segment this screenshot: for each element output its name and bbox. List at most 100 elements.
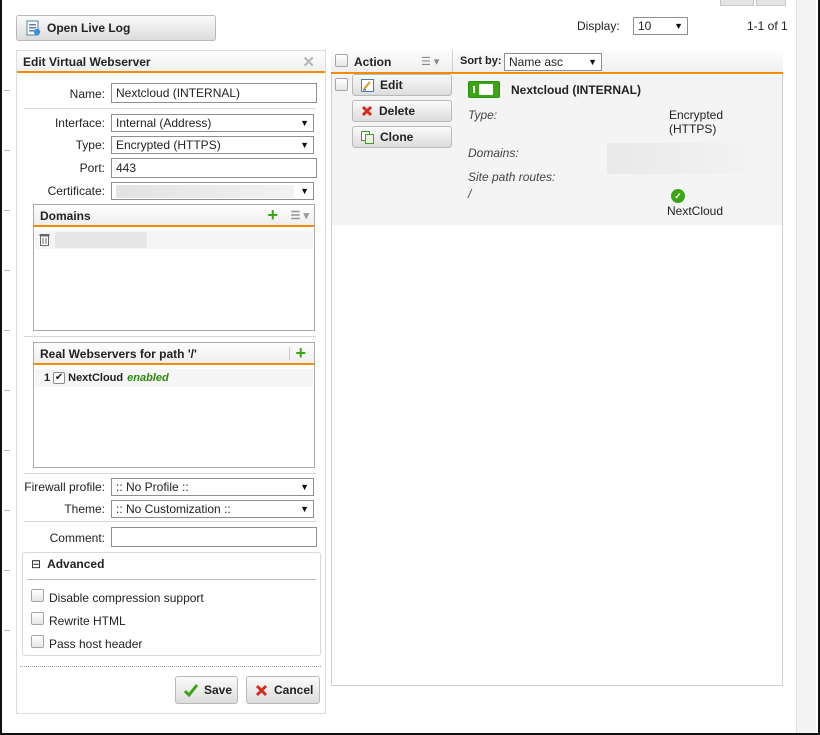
edit-icon xyxy=(361,78,374,92)
real-webserver-checkbox[interactable]: ✔ xyxy=(53,372,66,384)
interface-value: Internal (Address) xyxy=(116,116,212,130)
dropdown-arrow-icon: ▼ xyxy=(300,118,309,128)
edit-panel-title: Edit Virtual Webserver xyxy=(23,55,151,69)
cancel-label: Cancel xyxy=(274,683,314,697)
certificate-label: Certificate: xyxy=(47,184,105,198)
real-webserver-index: 1 xyxy=(44,372,51,384)
action-options-icon[interactable]: ☰ ▾ xyxy=(421,55,439,68)
dropdown-arrow-icon: ▼ xyxy=(300,482,309,492)
item-route-path: / xyxy=(468,187,472,201)
interface-select[interactable]: Internal (Address) ▼ xyxy=(111,114,314,132)
type-select[interactable]: Encrypted (HTTPS) ▼ xyxy=(111,136,314,154)
disable-compression-checkbox[interactable] xyxy=(31,589,44,602)
ruler-tick xyxy=(4,330,10,331)
toggle-mark xyxy=(473,86,475,93)
advanced-title: Advanced xyxy=(47,557,105,571)
display-value: 10 xyxy=(638,19,652,33)
pagination-text: 1-1 of 1 xyxy=(747,19,788,33)
ruler-tick xyxy=(4,150,10,151)
ruler-tick xyxy=(4,630,10,631)
cancel-button[interactable]: Cancel xyxy=(246,676,320,704)
certificate-redacted xyxy=(116,184,294,198)
rewrite-html-checkbox[interactable] xyxy=(31,612,44,625)
trash-icon[interactable] xyxy=(39,233,50,246)
item-name: Nextcloud (INTERNAL) xyxy=(511,83,641,97)
open-live-log-button[interactable]: Open Live Log xyxy=(16,15,216,41)
item-type-value: Encrypted (HTTPS) xyxy=(669,108,724,136)
name-input[interactable]: Nextcloud (INTERNAL) xyxy=(111,83,317,103)
item-domains-redacted xyxy=(607,143,745,174)
right-scroll-area xyxy=(796,0,816,733)
ruler-tick xyxy=(4,90,10,91)
list-options-icon[interactable]: ☰ ▾ xyxy=(291,209,309,222)
status-ok-icon: ✓ xyxy=(671,189,685,203)
theme-select[interactable]: :: No Customization :: ▼ xyxy=(111,500,314,518)
pass-host-header-label: Pass host header xyxy=(49,637,143,651)
add-icon[interactable]: + xyxy=(267,205,278,225)
action-label: Action xyxy=(354,55,392,69)
divider xyxy=(24,108,316,109)
certificate-select[interactable]: ▼ xyxy=(111,182,314,200)
checkmark-icon xyxy=(184,683,198,697)
header-divider xyxy=(452,50,453,72)
collapse-icon[interactable]: ⊟ xyxy=(31,557,41,571)
clone-label: Clone xyxy=(380,130,414,144)
name-label: Name: xyxy=(69,87,105,101)
sort-by-label: Sort by: xyxy=(460,55,502,67)
top-button-1[interactable] xyxy=(720,0,754,6)
dropdown-arrow-icon: ▼ xyxy=(674,21,683,31)
select-all-checkbox[interactable] xyxy=(335,54,348,67)
ruler-tick xyxy=(4,510,10,511)
save-button[interactable]: Save xyxy=(175,676,238,704)
item-checkbox[interactable] xyxy=(335,78,348,91)
advanced-header[interactable]: ⊟ Advanced xyxy=(27,553,316,580)
dropdown-arrow-icon: ▼ xyxy=(300,504,309,514)
item-routes-label: Site path routes: xyxy=(468,170,556,184)
clone-button[interactable]: Clone xyxy=(352,126,452,148)
x-icon xyxy=(361,105,373,117)
ruler-tick xyxy=(4,270,10,271)
real-webservers-box: Real Webservers for path '/' + 1 ✔ NextC… xyxy=(33,342,315,468)
theme-value: :: No Customization :: xyxy=(116,502,231,516)
item-domains-label: Domains: xyxy=(468,146,519,160)
divider xyxy=(24,521,316,522)
ruler-tick xyxy=(4,450,10,451)
log-icon xyxy=(26,20,41,36)
port-input[interactable]: 443 xyxy=(111,158,317,178)
ruler-tick xyxy=(4,210,10,211)
ruler-tick xyxy=(4,390,10,391)
domains-header: Domains + ☰ ▾ xyxy=(34,205,314,227)
top-button-2[interactable] xyxy=(756,0,786,6)
display-select[interactable]: 10 ▼ xyxy=(633,17,688,35)
comment-input[interactable] xyxy=(111,527,317,547)
delete-button[interactable]: Delete xyxy=(352,100,452,122)
close-icon[interactable]: ✕ xyxy=(302,53,315,71)
dropdown-arrow-icon: ▼ xyxy=(300,140,309,150)
sort-value: Name asc xyxy=(509,55,564,69)
display-label: Display: xyxy=(577,19,620,33)
open-live-log-label: Open Live Log xyxy=(47,21,131,35)
theme-label: Theme: xyxy=(64,502,105,516)
real-webserver-status: enabled xyxy=(127,372,169,384)
divider xyxy=(24,336,316,337)
edit-label: Edit xyxy=(380,78,403,92)
type-label: Type: xyxy=(75,138,105,152)
real-webserver-row: 1 ✔ NextCloud enabled xyxy=(35,369,313,387)
edit-button[interactable]: Edit xyxy=(352,74,452,96)
domain-row xyxy=(35,231,313,249)
item-route-server: NextCloud xyxy=(667,204,724,218)
firewall-profile-select[interactable]: :: No Profile :: ▼ xyxy=(111,478,314,496)
domains-title: Domains xyxy=(40,209,91,223)
rewrite-html-label: Rewrite HTML xyxy=(49,614,126,628)
dotted-divider xyxy=(20,666,321,667)
clone-icon xyxy=(361,130,374,144)
x-icon xyxy=(255,684,268,696)
add-icon[interactable]: + xyxy=(295,343,306,363)
save-label: Save xyxy=(204,683,233,697)
pass-host-header-checkbox[interactable] xyxy=(31,635,44,648)
divider-bar xyxy=(289,347,290,360)
sort-select[interactable]: Name asc ▼ xyxy=(504,53,602,71)
status-toggle[interactable] xyxy=(468,81,500,98)
edit-panel-header: Edit Virtual Webserver ✕ xyxy=(17,51,325,73)
type-value: Encrypted (HTTPS) xyxy=(116,138,221,152)
